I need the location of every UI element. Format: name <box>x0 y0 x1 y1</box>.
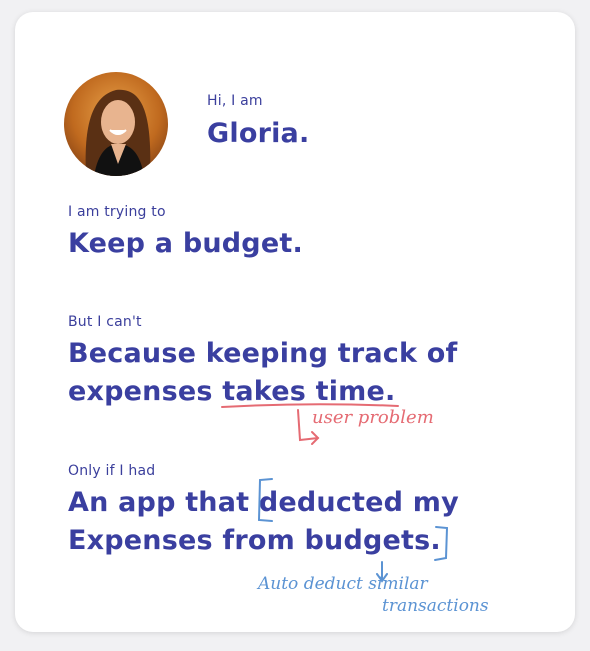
problem-annotation: user problem <box>312 407 434 428</box>
goal-text: Keep a budget. <box>68 228 303 259</box>
solution-annotation-line1: Auto deduct similar <box>258 574 428 594</box>
goal-label: I am trying to <box>68 204 166 220</box>
intro-label: Hi, I am <box>207 93 263 109</box>
problem-highlight: takes time. <box>222 376 396 407</box>
wish-text-part: An app that <box>68 487 259 518</box>
wish-text: An app that deducted my Expenses from bu… <box>68 484 538 560</box>
obstacle-label: But I can't <box>68 314 142 330</box>
avatar-photo <box>64 72 168 176</box>
obstacle-text: Because keeping track of expenses takes … <box>68 335 538 411</box>
persona-card: Hi, I am Gloria. I am trying to Keep a b… <box>15 12 575 632</box>
budgets-highlight: budgets. <box>304 525 441 556</box>
avatar <box>64 72 168 176</box>
deducted-highlight: deducted <box>258 487 404 518</box>
wish-label: Only if I had <box>68 463 156 479</box>
solution-annotation-line2: transactions <box>382 596 489 616</box>
persona-name: Gloria. <box>207 118 310 149</box>
